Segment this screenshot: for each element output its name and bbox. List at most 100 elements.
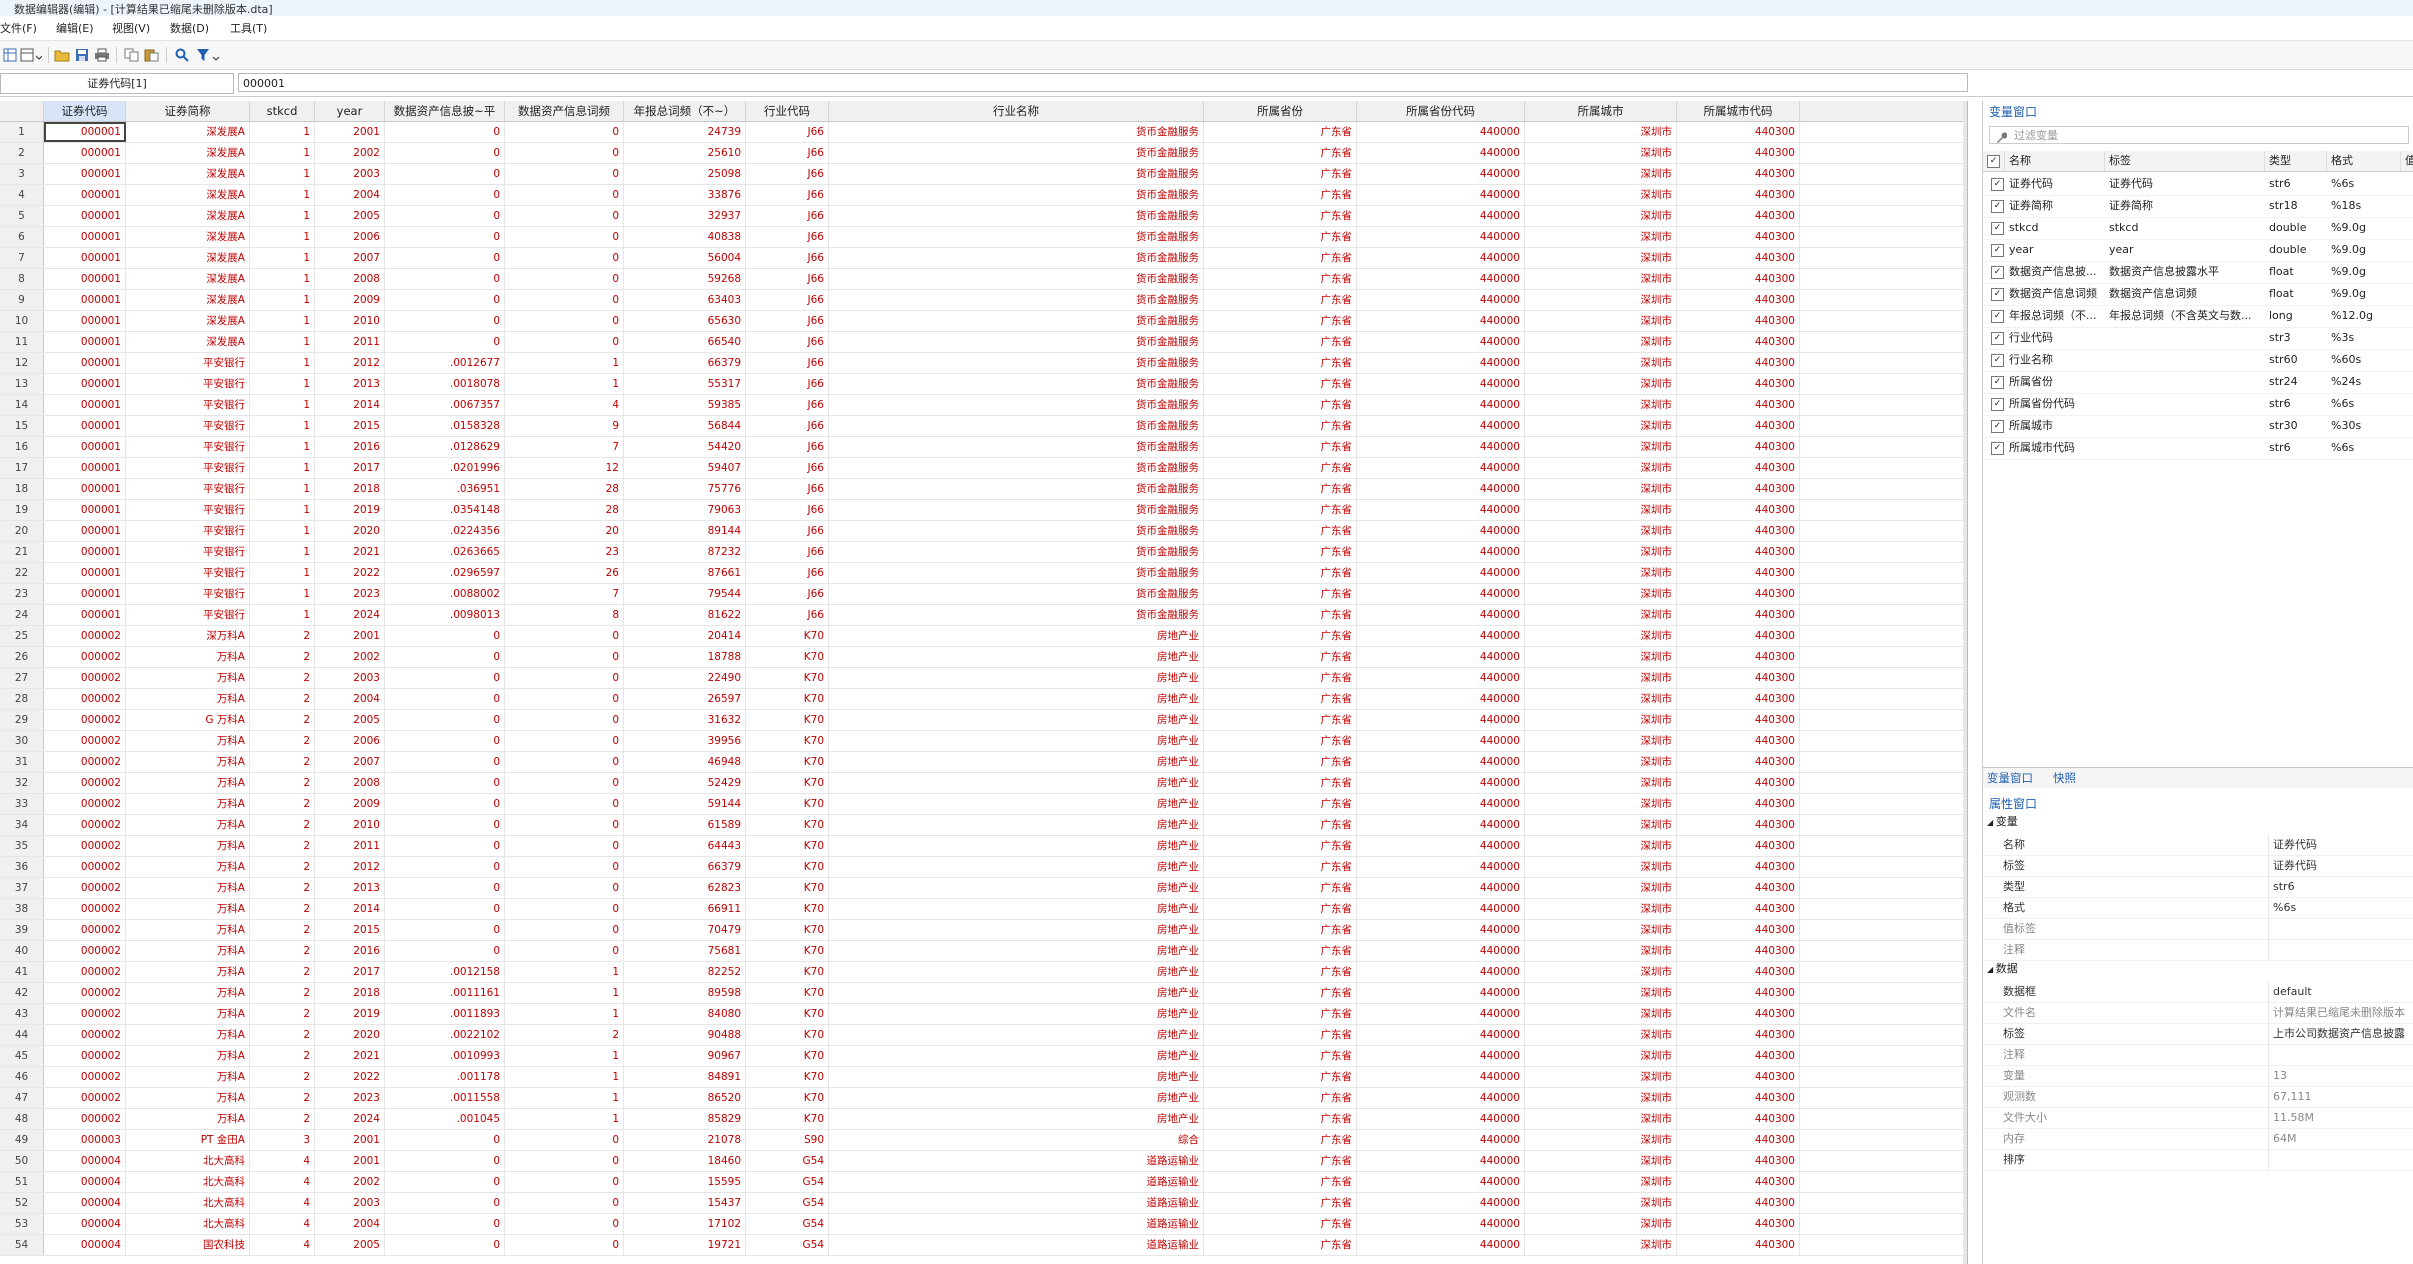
cell-col-sec-code[interactable]: 000002 (44, 752, 126, 772)
cell-col-province[interactable]: 广东省 (1204, 269, 1357, 289)
cell-col-sec-code[interactable]: 000001 (44, 584, 126, 604)
cell-col-city-code[interactable]: 440300 (1677, 731, 1800, 751)
cell-col-sec-code[interactable]: 000001 (44, 248, 126, 268)
cell-col-disclosure-level[interactable]: 0 (385, 185, 505, 205)
cell-col-sec-code[interactable]: 000001 (44, 479, 126, 499)
property-row[interactable]: 注释 (1983, 939, 2413, 961)
cell-col-disclosure-level[interactable]: 0 (385, 689, 505, 709)
cell-col-province-code[interactable]: 440000 (1357, 1046, 1525, 1066)
cell-col-province[interactable]: 广东省 (1204, 689, 1357, 709)
properties-section-variable[interactable]: ◢ 变量 (1987, 813, 2018, 829)
row-number[interactable]: 21 (0, 542, 44, 562)
cell-col-industry-name[interactable]: 房地产业 (829, 626, 1204, 646)
cell-col-city[interactable]: 深圳市 (1525, 248, 1677, 268)
property-row[interactable]: 格式 %6s (1983, 897, 2413, 919)
menu-file[interactable]: 文件(F) (0, 20, 37, 36)
cell-col-disclosure-freq[interactable]: 20 (505, 521, 624, 541)
cell-col-sec-name[interactable]: 深发展A (126, 269, 250, 289)
cell-col-year[interactable]: 2005 (315, 206, 385, 226)
cell-col-city-code[interactable]: 440300 (1677, 626, 1800, 646)
cell-col-city[interactable]: 深圳市 (1525, 521, 1677, 541)
cell-col-province-code[interactable]: 440000 (1357, 521, 1525, 541)
cell-col-stkcd[interactable]: 2 (250, 836, 315, 856)
vertical-scrollbar[interactable] (1963, 101, 1967, 1264)
cell-col-year[interactable]: 2021 (315, 542, 385, 562)
property-row[interactable]: 标签 上市公司数据资产信息披露 (1983, 1023, 2413, 1045)
row-number[interactable]: 40 (0, 941, 44, 961)
cell-col-disclosure-freq[interactable]: 1 (505, 1004, 624, 1024)
cell-col-industry-code[interactable]: G54 (746, 1214, 829, 1234)
cell-col-city-code[interactable]: 440300 (1677, 416, 1800, 436)
cell-col-disclosure-level[interactable]: .0088002 (385, 584, 505, 604)
cell-col-city[interactable]: 深圳市 (1525, 1088, 1677, 1108)
property-row[interactable]: 数据框 default (1983, 981, 2413, 1003)
cell-col-total-freq[interactable]: 65630 (624, 311, 746, 331)
cell-col-total-freq[interactable]: 81622 (624, 605, 746, 625)
data-editor-icon[interactable] (0, 46, 20, 64)
cell-col-city-code[interactable]: 440300 (1677, 836, 1800, 856)
cell-col-disclosure-freq[interactable]: 0 (505, 227, 624, 247)
cell-col-year[interactable]: 2004 (315, 689, 385, 709)
cell-col-sec-name[interactable]: 平安银行 (126, 605, 250, 625)
cell-col-year[interactable]: 2016 (315, 941, 385, 961)
cell-col-industry-name[interactable]: 房地产业 (829, 857, 1204, 877)
tab-variables[interactable]: 变量窗口 (1987, 770, 2033, 786)
cell-col-sec-code[interactable]: 000001 (44, 500, 126, 520)
cell-col-sec-name[interactable]: 平安银行 (126, 458, 250, 478)
cell-col-sec-name[interactable]: 平安银行 (126, 563, 250, 583)
cell-col-disclosure-freq[interactable]: 0 (505, 626, 624, 646)
cell-col-disclosure-freq[interactable]: 0 (505, 1151, 624, 1171)
cell-col-total-freq[interactable]: 64443 (624, 836, 746, 856)
cell-col-disclosure-freq[interactable]: 0 (505, 332, 624, 352)
cell-col-disclosure-level[interactable]: .0012677 (385, 353, 505, 373)
cell-col-city[interactable]: 深圳市 (1525, 1235, 1677, 1255)
cell-col-industry-name[interactable]: 货币金融服务 (829, 269, 1204, 289)
cell-col-disclosure-level[interactable]: .0011893 (385, 1004, 505, 1024)
cell-col-city-code[interactable]: 440300 (1677, 332, 1800, 352)
cell-col-disclosure-level[interactable]: 0 (385, 794, 505, 814)
cell-col-industry-code[interactable]: J66 (746, 374, 829, 394)
cell-col-city[interactable]: 深圳市 (1525, 584, 1677, 604)
collapse-arrow-icon[interactable]: ◢ (1987, 818, 1996, 827)
header-col-disclosure-freq[interactable]: 数据资产信息词频 (505, 101, 624, 121)
cell-col-total-freq[interactable]: 84891 (624, 1067, 746, 1087)
cell-col-stkcd[interactable]: 2 (250, 710, 315, 730)
row-number[interactable]: 23 (0, 584, 44, 604)
cell-col-disclosure-level[interactable]: 0 (385, 710, 505, 730)
cell-col-disclosure-freq[interactable]: 0 (505, 248, 624, 268)
cell-col-industry-name[interactable]: 货币金融服务 (829, 332, 1204, 352)
cell-col-sec-code[interactable]: 000002 (44, 983, 126, 1003)
cell-col-total-freq[interactable]: 59385 (624, 395, 746, 415)
cell-col-disclosure-freq[interactable]: 26 (505, 563, 624, 583)
cell-col-province[interactable]: 广东省 (1204, 437, 1357, 457)
cell-col-sec-name[interactable]: 平安银行 (126, 395, 250, 415)
cell-col-industry-code[interactable]: K70 (746, 647, 829, 667)
cell-col-year[interactable]: 2001 (315, 122, 385, 142)
cell-col-city[interactable]: 深圳市 (1525, 1130, 1677, 1150)
cell-col-industry-name[interactable]: 房地产业 (829, 1004, 1204, 1024)
cell-col-city-code[interactable]: 440300 (1677, 584, 1800, 604)
cell-col-city-code[interactable]: 440300 (1677, 983, 1800, 1003)
cell-col-industry-code[interactable]: K70 (746, 962, 829, 982)
cell-col-industry-name[interactable]: 货币金融服务 (829, 248, 1204, 268)
cell-col-stkcd[interactable]: 2 (250, 962, 315, 982)
cell-col-industry-name[interactable]: 房地产业 (829, 962, 1204, 982)
cell-col-total-freq[interactable]: 86520 (624, 1088, 746, 1108)
cell-col-disclosure-level[interactable]: .0263665 (385, 542, 505, 562)
cell-col-province[interactable]: 广东省 (1204, 1046, 1357, 1066)
cell-col-city[interactable]: 深圳市 (1525, 185, 1677, 205)
header-col-province-code[interactable]: 所属省份代码 (1357, 101, 1525, 121)
cell-col-disclosure-level[interactable]: 0 (385, 248, 505, 268)
cell-col-disclosure-freq[interactable]: 28 (505, 500, 624, 520)
cell-col-industry-code[interactable]: K70 (746, 857, 829, 877)
cell-col-industry-code[interactable]: K70 (746, 689, 829, 709)
cell-col-disclosure-freq[interactable]: 0 (505, 878, 624, 898)
cell-col-province[interactable]: 广东省 (1204, 983, 1357, 1003)
cell-col-industry-name[interactable]: 货币金融服务 (829, 521, 1204, 541)
cell-col-disclosure-level[interactable]: .0011161 (385, 983, 505, 1003)
cell-col-city[interactable]: 深圳市 (1525, 941, 1677, 961)
cell-col-sec-name[interactable]: G 万科A (126, 710, 250, 730)
row-number[interactable]: 53 (0, 1214, 44, 1234)
cell-col-province[interactable]: 广东省 (1204, 521, 1357, 541)
variable-visible-checkbox[interactable]: ✓ (1991, 244, 2004, 257)
